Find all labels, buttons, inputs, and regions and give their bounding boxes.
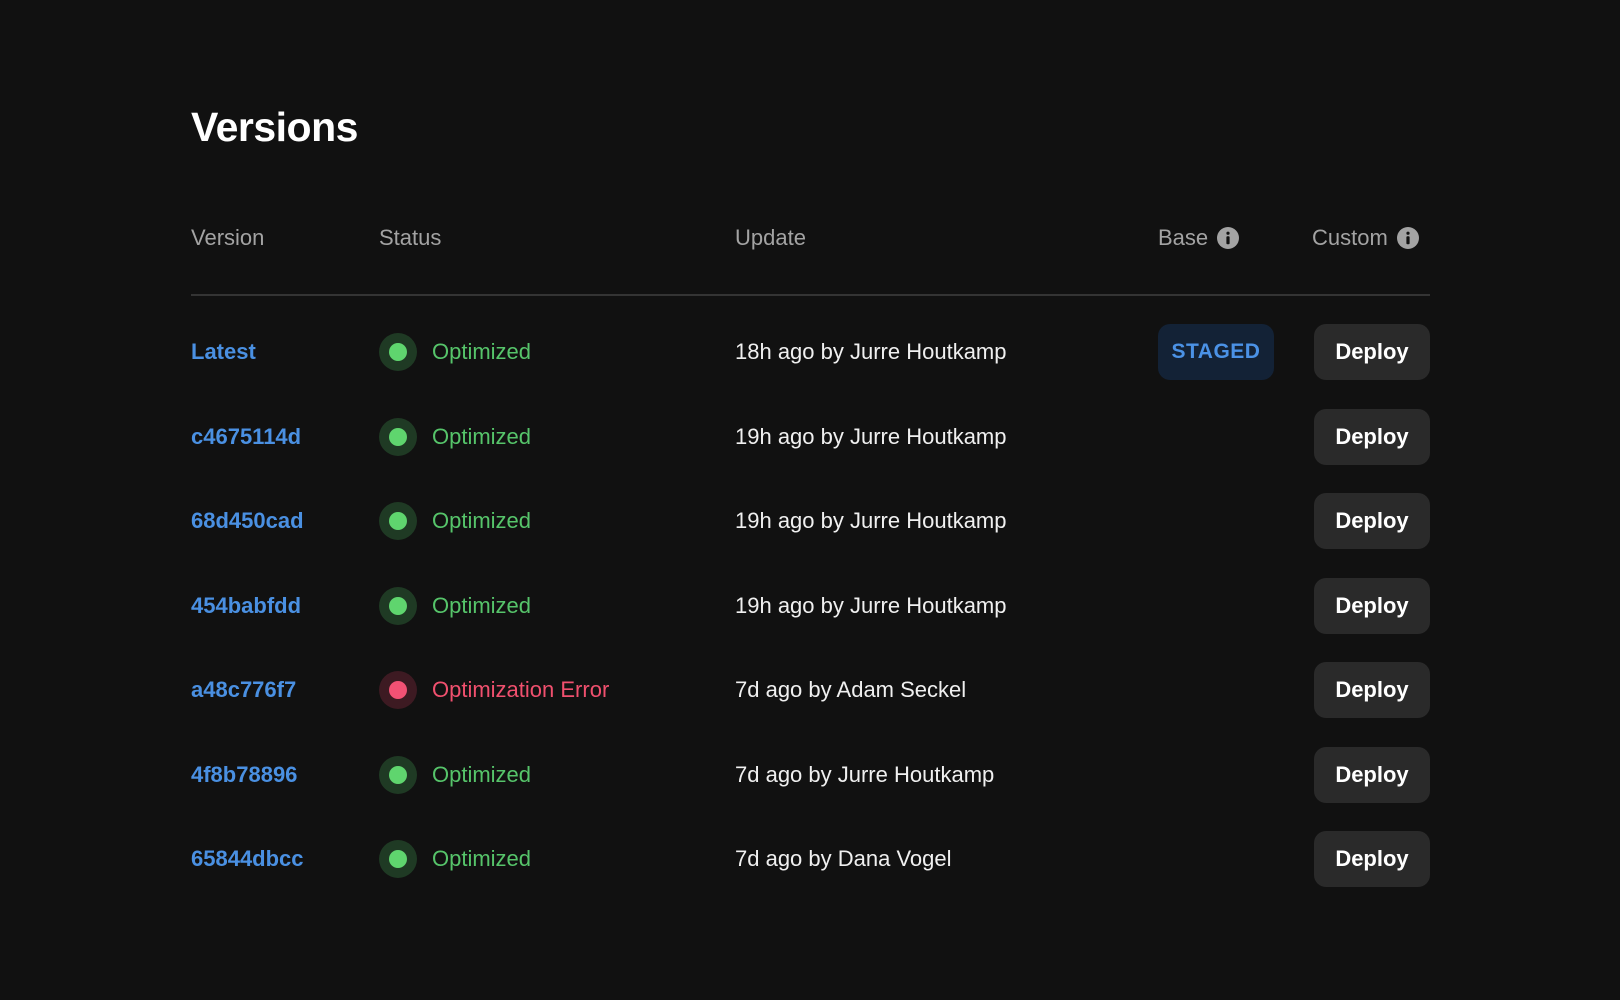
column-header-version: Version xyxy=(191,218,264,258)
version-link[interactable]: 68d450cad xyxy=(191,508,304,534)
update-text: 19h ago by Jurre Houtkamp xyxy=(735,424,1007,449)
column-header-custom-label: Custom xyxy=(1312,225,1388,250)
status-label: Optimization Error xyxy=(432,677,610,702)
base-info-icon[interactable] xyxy=(1217,227,1240,249)
version-link[interactable]: a48c776f7 xyxy=(191,677,296,703)
base-cell: STAGED xyxy=(1158,324,1274,380)
version-cell: 68d450cad xyxy=(191,493,304,549)
status-dot-icon xyxy=(379,502,417,540)
update-text: 18h ago by Jurre Houtkamp xyxy=(735,339,1007,364)
status-dot-icon xyxy=(379,840,417,878)
header-divider xyxy=(191,294,1430,296)
status-dot-icon xyxy=(379,587,417,625)
status-label: Optimized xyxy=(432,593,532,618)
status-cell: Optimized xyxy=(379,324,531,380)
table-row: Latest Optimized 18h ago by Jurre Houtka… xyxy=(191,324,1430,380)
update-cell: 19h ago by Jurre Houtkamp xyxy=(735,409,1007,465)
custom-cell: Deploy xyxy=(1314,831,1430,887)
deploy-button[interactable]: Deploy xyxy=(1314,747,1430,803)
table-row: 65844dbcc Optimized 7d ago by Dana Vogel… xyxy=(191,831,1430,887)
version-link[interactable]: Latest xyxy=(191,339,256,365)
update-text: 7d ago by Jurre Houtkamp xyxy=(735,762,995,787)
update-cell: 7d ago by Jurre Houtkamp xyxy=(735,747,994,803)
status-cell: Optimization Error xyxy=(379,662,609,718)
staged-badge: STAGED xyxy=(1158,324,1274,380)
update-text: 7d ago by Adam Seckel xyxy=(735,677,967,702)
status-label: Optimized xyxy=(432,762,532,787)
status-dot-icon xyxy=(379,333,417,371)
version-link[interactable]: 4f8b78896 xyxy=(191,762,297,788)
status-cell: Optimized xyxy=(379,831,531,887)
column-header-version-label: Version xyxy=(191,225,265,250)
version-cell: Latest xyxy=(191,324,256,380)
table-row: c4675114d Optimized 19h ago by Jurre Hou… xyxy=(191,409,1430,465)
status-label: Optimized xyxy=(432,846,532,871)
column-header-update: Update xyxy=(735,218,806,258)
update-cell: 19h ago by Jurre Houtkamp xyxy=(735,493,1007,549)
deploy-button[interactable]: Deploy xyxy=(1314,662,1430,718)
table-header: Version Status Update Base Custom xyxy=(191,218,1430,258)
version-link[interactable]: 65844dbcc xyxy=(191,846,304,872)
update-cell: 18h ago by Jurre Houtkamp xyxy=(735,324,1007,380)
custom-cell: Deploy xyxy=(1314,409,1430,465)
status-label: Optimized xyxy=(432,508,532,533)
status-dot-icon xyxy=(379,418,417,456)
custom-cell: Deploy xyxy=(1314,324,1430,380)
custom-cell: Deploy xyxy=(1314,662,1430,718)
update-cell: 7d ago by Dana Vogel xyxy=(735,831,952,887)
column-header-status: Status xyxy=(379,218,441,258)
deploy-button[interactable]: Deploy xyxy=(1314,409,1430,465)
column-header-update-label: Update xyxy=(735,225,806,250)
status-label: Optimized xyxy=(432,339,532,364)
status-cell: Optimized xyxy=(379,409,531,465)
update-cell: 7d ago by Adam Seckel xyxy=(735,662,966,718)
deploy-button[interactable]: Deploy xyxy=(1314,493,1430,549)
custom-cell: Deploy xyxy=(1314,747,1430,803)
custom-info-icon[interactable] xyxy=(1396,227,1419,249)
status-cell: Optimized xyxy=(379,493,531,549)
deploy-button[interactable]: Deploy xyxy=(1314,324,1430,380)
page-title: Versions xyxy=(191,104,358,150)
version-cell: 65844dbcc xyxy=(191,831,304,887)
update-cell: 19h ago by Jurre Houtkamp xyxy=(735,578,1007,634)
status-dot-icon xyxy=(379,756,417,794)
custom-cell: Deploy xyxy=(1314,493,1430,549)
status-cell: Optimized xyxy=(379,747,531,803)
status-cell: Optimized xyxy=(379,578,531,634)
version-cell: 4f8b78896 xyxy=(191,747,297,803)
column-header-custom: Custom xyxy=(1312,218,1419,258)
version-cell: a48c776f7 xyxy=(191,662,296,718)
table-row: 4f8b78896 Optimized 7d ago by Jurre Hout… xyxy=(191,747,1430,803)
status-dot-icon xyxy=(379,671,417,709)
update-text: 7d ago by Dana Vogel xyxy=(735,846,952,871)
version-link[interactable]: c4675114d xyxy=(191,424,301,450)
version-cell: c4675114d xyxy=(191,409,301,465)
deploy-button[interactable]: Deploy xyxy=(1314,831,1430,887)
update-text: 19h ago by Jurre Houtkamp xyxy=(735,508,1007,533)
table-row: a48c776f7 Optimization Error 7d ago by A… xyxy=(191,662,1430,718)
column-header-base: Base xyxy=(1158,218,1240,258)
table-row: 454babfdd Optimized 19h ago by Jurre Hou… xyxy=(191,578,1430,634)
update-text: 19h ago by Jurre Houtkamp xyxy=(735,593,1007,618)
column-header-base-label: Base xyxy=(1158,225,1209,250)
status-label: Optimized xyxy=(432,424,532,449)
version-link[interactable]: 454babfdd xyxy=(191,593,301,619)
custom-cell: Deploy xyxy=(1314,578,1430,634)
deploy-button[interactable]: Deploy xyxy=(1314,578,1430,634)
table-row: 68d450cad Optimized 19h ago by Jurre Hou… xyxy=(191,493,1430,549)
column-header-status-label: Status xyxy=(379,225,442,250)
version-cell: 454babfdd xyxy=(191,578,301,634)
